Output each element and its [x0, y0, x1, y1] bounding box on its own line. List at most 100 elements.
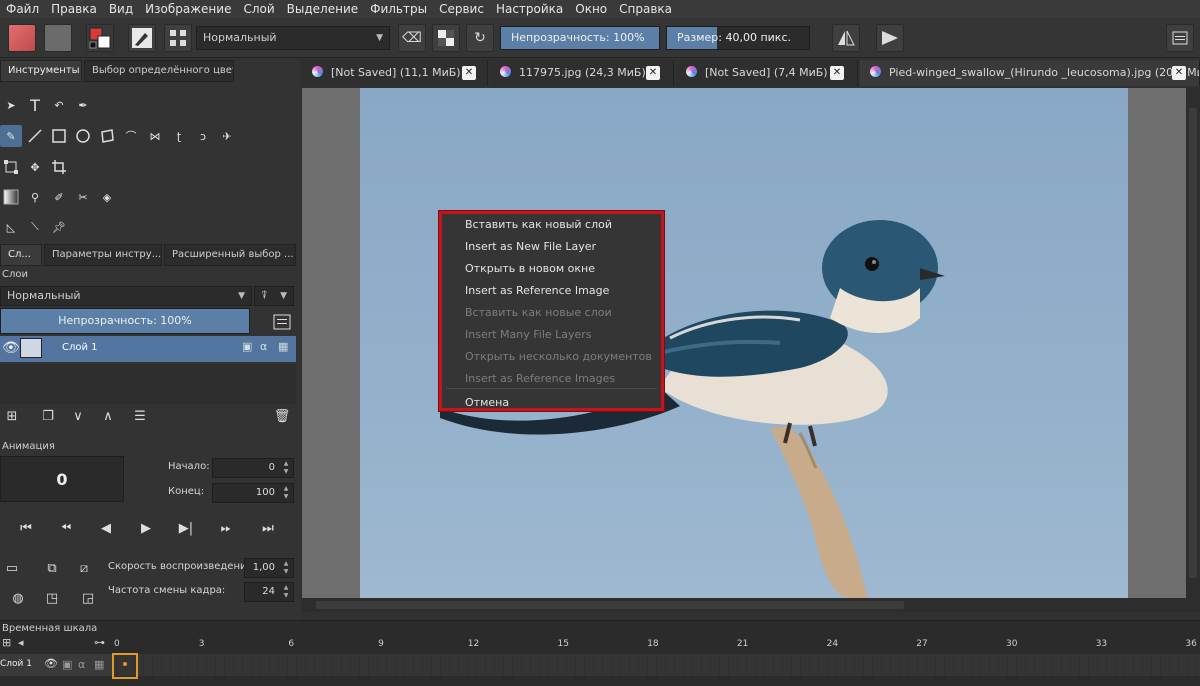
polygon-tool[interactable]	[96, 125, 118, 147]
alpha-lock-icon[interactable]: α	[260, 340, 267, 353]
timeline-layer-header[interactable]: Слой 1 👁︎ ▣ α ▦	[0, 654, 112, 676]
rectangle-tool[interactable]	[48, 125, 70, 147]
zoom-icon[interactable]: ⊶	[94, 636, 105, 649]
menu-item-insert-reference-image[interactable]: Insert as Reference Image	[465, 284, 609, 297]
horizontal-scrollbar-thumb[interactable]	[316, 601, 904, 609]
select-shapes-tool[interactable]: ➤	[0, 94, 22, 116]
measure-tool[interactable]: ◺	[0, 216, 22, 238]
ellipse-tool[interactable]	[72, 125, 94, 147]
close-icon[interactable]: ✕	[646, 66, 660, 80]
toggle-docker-button[interactable]	[1166, 24, 1194, 52]
auto-frame-button[interactable]: ◲	[76, 586, 100, 610]
perspective-tool[interactable]: ⟍	[24, 216, 46, 238]
reference-tool[interactable]: 📌︎	[48, 216, 70, 238]
menu-item-cancel[interactable]: Отмена	[465, 396, 509, 409]
prev-keyframe-button[interactable]: ⏪︎	[54, 516, 78, 540]
text-tool[interactable]: T	[24, 94, 46, 116]
tab-color-select[interactable]: Выбор определённого цвета	[84, 60, 234, 82]
current-frame-field[interactable]: 0	[0, 456, 124, 502]
spin-arrows-icon[interactable]: ▲ ▼	[280, 560, 292, 576]
layer-blend-select[interactable]: Нормальный ▼	[0, 286, 252, 306]
layer-row[interactable]: 👁︎ Слой 1 ▣ α ▦	[0, 336, 296, 362]
doc-tab-2[interactable]: 117975.jpg (24,3 МиБ) * ✕	[490, 60, 674, 86]
mirror-horizontal-button[interactable]	[832, 24, 860, 52]
assistant-tool[interactable]: ✂	[72, 186, 94, 208]
next-frame-button[interactable]: ▶︎|	[174, 516, 198, 540]
tab-tool-options[interactable]: Параметры инстру...	[44, 244, 162, 266]
add-layer-button[interactable]: ⊞	[0, 404, 24, 428]
color-swatch-button[interactable]	[86, 24, 114, 52]
eye-icon[interactable]: 👁︎	[44, 657, 58, 670]
delete-keyframe-button[interactable]: ⧄	[72, 556, 96, 580]
next-keyframe-button[interactable]: ⏩︎	[214, 516, 238, 540]
alpha-lock-icon[interactable]: α	[78, 658, 85, 671]
fill-tool[interactable]: ◈	[96, 186, 118, 208]
menu-edit[interactable]: Правка	[45, 2, 103, 16]
add-keyframe-button[interactable]: ▭	[0, 556, 24, 580]
menu-select[interactable]: Выделение	[281, 2, 364, 16]
gradient-preset-button[interactable]	[8, 24, 36, 52]
bezier-tool[interactable]: ⋈	[144, 125, 166, 147]
last-frame-button[interactable]: ⏭	[256, 516, 280, 540]
layer-properties-button[interactable]	[270, 310, 294, 334]
gradient-tool[interactable]	[0, 186, 22, 208]
lock-icon[interactable]: ▣	[242, 340, 252, 353]
menu-settings[interactable]: Настройка	[490, 2, 569, 16]
prev-frame-button[interactable]: ◀	[94, 516, 118, 540]
menu-window[interactable]: Окно	[569, 2, 613, 16]
menu-view[interactable]: Вид	[103, 2, 139, 16]
mirror-vertical-button[interactable]	[876, 24, 904, 52]
menu-help[interactable]: Справка	[613, 2, 678, 16]
reload-preset-button[interactable]: ↻	[466, 24, 494, 52]
crop-tool[interactable]	[48, 156, 70, 178]
doc-tab-4[interactable]: Pied-winged_swallow_(Hirundo _leucosoma)…	[860, 60, 1200, 86]
close-icon[interactable]: ✕	[830, 66, 844, 80]
polyline-tool[interactable]: ⌒	[120, 125, 142, 147]
frame-rate-field[interactable]: 24 ▲ ▼	[244, 582, 294, 602]
layer-opacity-slider[interactable]: Непрозрачность: 100%	[0, 308, 250, 334]
freehand-path-tool[interactable]: ʈ	[168, 125, 190, 147]
line-tool[interactable]	[24, 125, 46, 147]
transform-tool[interactable]	[0, 156, 22, 178]
move-tool[interactable]: ✥	[24, 156, 46, 178]
play-button[interactable]: ▶	[134, 516, 158, 540]
vertical-scrollbar[interactable]	[1186, 88, 1200, 598]
multibrush-tool[interactable]: ✈	[216, 125, 238, 147]
duplicate-keyframe-button[interactable]: ⧉	[40, 556, 64, 580]
brush-preset-button[interactable]	[128, 24, 156, 52]
timeline-track[interactable]	[0, 654, 1200, 676]
edit-shapes-tool[interactable]: ↶	[48, 94, 70, 116]
menu-filter[interactable]: Фильтры	[364, 2, 433, 16]
spin-arrows-icon[interactable]: ▲ ▼	[280, 485, 292, 501]
horizontal-scrollbar[interactable]	[302, 598, 1200, 612]
layer-settings-button[interactable]: ☰	[128, 404, 152, 428]
doc-tab-3[interactable]: [Not Saved] (7,4 МиБ) ✕	[676, 60, 858, 86]
menu-tools[interactable]: Сервис	[433, 2, 490, 16]
workspace-button[interactable]	[164, 24, 192, 52]
current-frame-marker[interactable]	[112, 653, 138, 679]
color-picker-tool[interactable]: ⚲	[24, 186, 46, 208]
duplicate-layer-button[interactable]: ❐	[36, 404, 60, 428]
lock-icon[interactable]: ▣	[62, 658, 72, 671]
inherit-alpha-icon[interactable]: ▦	[278, 340, 288, 353]
smart-patch-tool[interactable]: ✐	[48, 186, 70, 208]
layer-filter-button[interactable]: ⍒ ▼	[254, 286, 294, 306]
playback-speed-field[interactable]: 1,00 ▲ ▼	[244, 558, 294, 578]
spin-arrows-icon[interactable]: ▲ ▼	[280, 460, 292, 476]
dynamic-brush-tool[interactable]: ↄ	[192, 125, 214, 147]
audio-icon[interactable]: ◂	[18, 636, 24, 649]
opacity-slider[interactable]: Непрозрачность: 100%	[500, 26, 660, 50]
preserve-alpha-button[interactable]	[432, 24, 460, 52]
drop-frames-button[interactable]: ◳	[40, 586, 64, 610]
tab-tools[interactable]: Инструменты	[0, 60, 82, 82]
onion-skin-button[interactable]: ◍	[6, 586, 30, 610]
menu-layer[interactable]: Слой	[237, 2, 280, 16]
start-frame-field[interactable]: 0 ▲ ▼	[212, 458, 294, 478]
blend-mode-select[interactable]: Нормальный ▼	[196, 26, 390, 50]
add-layer-icon[interactable]: ⊞	[2, 636, 11, 649]
size-slider[interactable]: Размер: 40,00 пикс.	[666, 26, 810, 50]
freehand-brush-tool[interactable]: ✎	[0, 125, 22, 147]
eye-icon[interactable]: 👁︎	[2, 340, 20, 356]
menu-item-insert-new-file-layer[interactable]: Insert as New File Layer	[465, 240, 596, 253]
close-icon[interactable]: ✕	[1172, 66, 1186, 80]
